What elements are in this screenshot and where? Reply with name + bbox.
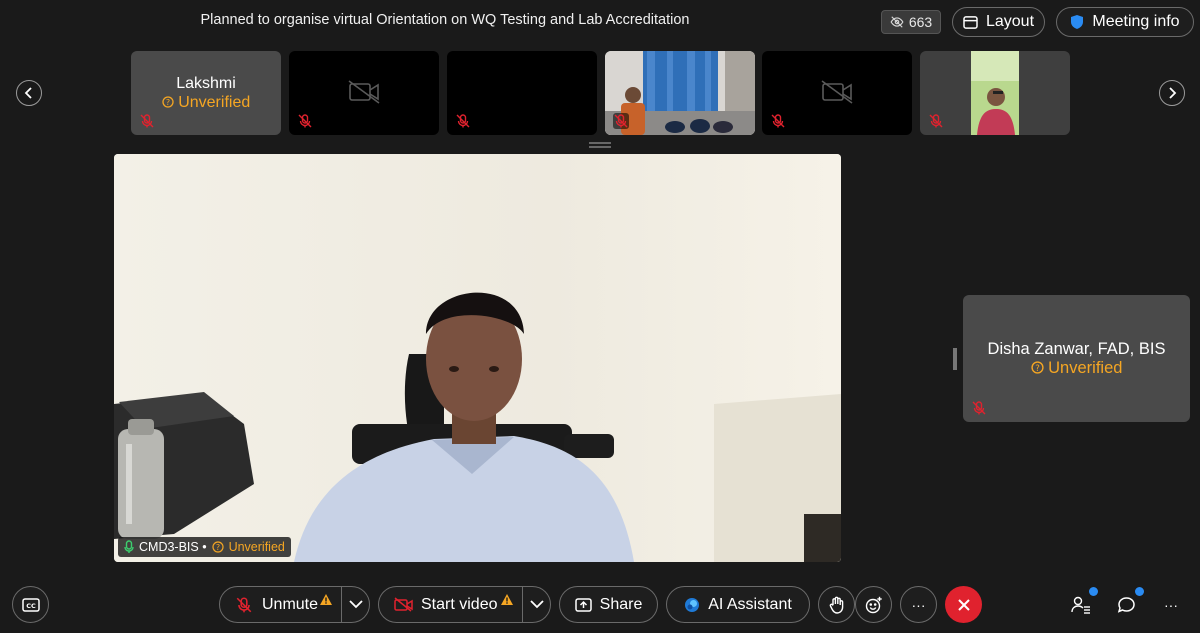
layout-label: Layout (985, 13, 1035, 30)
participant-tile-camera-off[interactable] (289, 51, 439, 135)
svg-text:?: ? (1035, 364, 1040, 374)
start-video-control[interactable]: Start video (378, 586, 551, 623)
mic-muted-icon (236, 596, 252, 612)
mic-muted-icon (613, 113, 629, 129)
main-video-stage: CMD3-BIS • ? Unverified (114, 154, 841, 562)
mic-muted-icon (298, 114, 312, 128)
active-speaker-video-image (114, 154, 841, 562)
warning-icon (501, 593, 513, 605)
mic-muted-icon (972, 401, 986, 415)
shield-icon (1071, 15, 1084, 29)
audio-options-dropdown[interactable] (342, 600, 369, 609)
eye-off-icon (890, 16, 904, 28)
participant-status: ? Unverified (131, 94, 281, 112)
chat-button[interactable] (1113, 587, 1144, 618)
camera-off-icon (821, 80, 853, 104)
participant-tile-camera-off-2[interactable] (762, 51, 912, 135)
more-options-button[interactable]: ··· (900, 586, 937, 623)
svg-text:CC: CC (26, 602, 36, 610)
mic-muted-icon (771, 114, 785, 128)
filmstrip-resize-handle[interactable] (589, 142, 611, 148)
participants-icon (1071, 596, 1090, 614)
svg-text:?: ? (166, 98, 170, 107)
participant-name: Lakshmi (176, 75, 236, 92)
viewer-count: 663 (908, 14, 933, 30)
chevron-left-icon (24, 87, 32, 99)
participant-tile-video-portrait[interactable] (920, 51, 1070, 135)
mic-muted-icon (929, 114, 943, 128)
chevron-down-icon (348, 600, 363, 609)
unmute-label: Unmute (262, 595, 319, 613)
mic-muted-icon (456, 114, 470, 128)
meeting-info-label: Meeting info (1092, 13, 1180, 30)
participant-status: ? Unverified (963, 359, 1190, 378)
filmstrip-prev-button[interactable] (16, 80, 42, 106)
reactions-button[interactable] (855, 586, 892, 623)
share-screen-icon (574, 597, 592, 612)
hand-icon (829, 596, 843, 614)
notification-dot (1089, 587, 1098, 596)
leave-meeting-button[interactable] (945, 586, 982, 623)
meeting-title: Planned to organise virtual Orientation … (200, 12, 690, 28)
unverified-icon: ? (211, 541, 224, 553)
closed-captions-icon: CC (21, 597, 40, 612)
ai-assistant-label: AI Assistant (708, 595, 792, 613)
chevron-right-icon (1169, 87, 1177, 99)
layout-icon (963, 15, 978, 29)
share-button[interactable]: Share (559, 586, 658, 623)
filmstrip-next-button[interactable] (1159, 80, 1185, 106)
participant-tile-lakshmi[interactable]: Lakshmi ? Unverified (131, 51, 281, 135)
participant-video-image (971, 51, 1019, 135)
active-speaker-name: CMD3-BIS • (139, 540, 207, 554)
unverified-icon: ? (162, 96, 174, 108)
layout-button[interactable]: Layout (952, 7, 1045, 37)
overflow-icon: ··· (1164, 597, 1178, 613)
participants-button[interactable] (1068, 587, 1098, 618)
ai-assistant-button[interactable]: AI Assistant (666, 586, 810, 623)
chat-icon (1117, 597, 1135, 613)
camera-off-icon (348, 80, 380, 104)
microphone-icon (124, 540, 134, 553)
svg-text:?: ? (215, 543, 219, 552)
meeting-info-button[interactable]: Meeting info (1056, 7, 1194, 37)
more-icon: ··· (911, 596, 926, 613)
start-video-button[interactable]: Start video (379, 593, 522, 614)
participant-tile-disha-zanwar[interactable]: Disha Zanwar, FAD, BIS ? Unverified (963, 295, 1190, 422)
share-label: Share (599, 595, 643, 613)
active-speaker-status: Unverified (228, 540, 285, 554)
mic-muted-icon (140, 114, 154, 128)
start-video-label: Start video (421, 595, 498, 613)
participant-name: Disha Zanwar, FAD, BIS (987, 340, 1166, 358)
raise-hand-button[interactable] (818, 586, 855, 623)
unmute-button[interactable]: Unmute (220, 593, 341, 614)
participant-tile-video-room[interactable] (605, 51, 755, 135)
warning-icon (320, 593, 332, 605)
viewer-count-badge[interactable]: 663 (881, 10, 941, 34)
notification-dot (1135, 587, 1144, 596)
active-speaker-name-tag: CMD3-BIS • ? Unverified (118, 537, 291, 557)
participant-tile-blank[interactable] (447, 51, 597, 135)
side-panel-resize-handle[interactable] (953, 348, 957, 370)
ai-assistant-icon (685, 597, 700, 612)
unmute-control[interactable]: Unmute (219, 586, 370, 623)
chevron-down-icon (529, 600, 544, 609)
closed-captions-button[interactable]: CC (12, 586, 49, 623)
close-icon (957, 598, 970, 611)
emoji-add-icon (865, 596, 882, 613)
overflow-menu-button[interactable]: ··· (1158, 592, 1184, 618)
camera-off-icon (394, 597, 413, 612)
unverified-icon: ? (1030, 361, 1044, 374)
video-options-dropdown[interactable] (523, 600, 550, 609)
